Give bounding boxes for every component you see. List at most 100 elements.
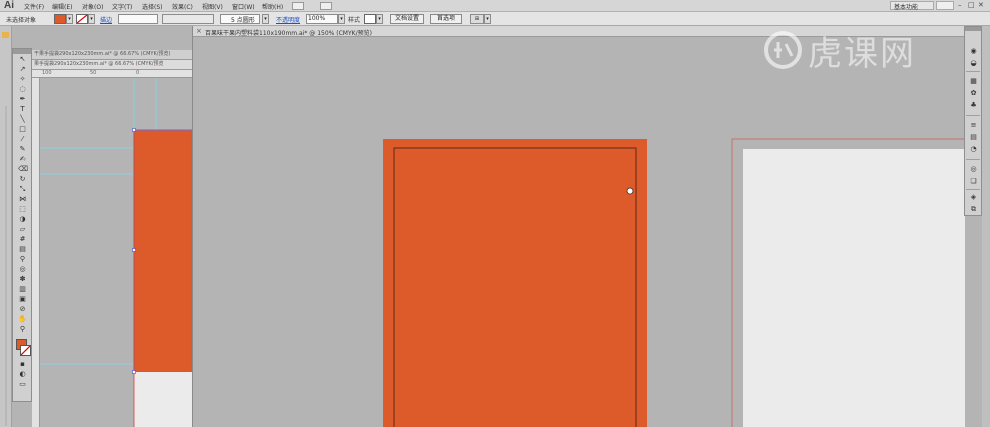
transparency-icon[interactable]: ◔ <box>969 145 978 153</box>
width-icon[interactable]: ⋈ <box>18 196 27 203</box>
paintbrush-icon[interactable]: ⁄ <box>18 136 27 143</box>
color-guide-icon[interactable]: ◒ <box>969 59 978 67</box>
close-icon[interactable]: ✕ <box>978 1 984 9</box>
brush-definition[interactable]: 5 点圆形 <box>220 14 260 24</box>
anchor-point[interactable] <box>132 128 136 132</box>
opacity-value: 100% <box>308 15 326 22</box>
color-panel-icon[interactable]: ◉ <box>969 47 978 55</box>
brushes-icon[interactable]: ✿ <box>969 89 978 97</box>
type-icon[interactable]: T <box>18 106 27 113</box>
opacity-field[interactable]: 100% <box>306 14 338 24</box>
menu-object[interactable]: 对象(O) <box>82 2 103 11</box>
opacity-label[interactable]: 不透明度 <box>276 15 300 24</box>
brush-dropdown-icon[interactable]: ▾ <box>262 14 269 24</box>
selection-status: 未选择对象 <box>6 17 37 24</box>
none-stroke-icon <box>20 345 31 356</box>
menu-help[interactable]: 帮助(H) <box>262 2 283 11</box>
style-dropdown-icon[interactable]: ▾ <box>376 14 383 24</box>
pen-icon[interactable]: ✒ <box>18 96 27 103</box>
variable-width-profile[interactable] <box>162 14 214 24</box>
graphic-styles-icon[interactable]: ❏ <box>969 177 978 185</box>
stroke-dropdown-icon[interactable]: ▾ <box>88 14 95 24</box>
document-setup-button[interactable]: 文档设置 <box>390 14 424 24</box>
fill-swatch[interactable] <box>54 14 66 24</box>
stroke-weight-field[interactable] <box>118 14 158 24</box>
stroke-label[interactable]: 描边 <box>100 15 112 24</box>
menu-edit[interactable]: 编辑(E) <box>52 2 72 11</box>
rotate-icon[interactable]: ↻ <box>18 176 27 183</box>
menu-view[interactable]: 视图(V) <box>202 2 223 11</box>
menu-effect[interactable]: 效果(C) <box>172 2 193 11</box>
artboard-canvas[interactable] <box>193 37 965 427</box>
swatches-icon[interactable]: ▦ <box>969 77 978 85</box>
drawing-mode-icon[interactable]: ◐ <box>18 371 27 378</box>
line-icon[interactable]: ╲ <box>18 116 27 123</box>
preferences-button[interactable]: 首选项 <box>430 14 462 24</box>
symbol-sprayer-icon[interactable]: ✽ <box>18 276 27 283</box>
free-transform-icon[interactable]: ⬚ <box>18 206 27 213</box>
graphic-style-swatch[interactable] <box>364 14 376 24</box>
selection-arrow-icon[interactable]: ↖ <box>18 56 27 63</box>
orange-bag-front[interactable] <box>383 139 647 427</box>
opacity-dropdown-icon[interactable]: ▾ <box>338 14 345 24</box>
stroke-swatch[interactable] <box>76 14 88 24</box>
arrange-icon[interactable]: ⊞ <box>470 14 484 24</box>
zoom-icon[interactable]: ⚲ <box>18 326 27 333</box>
panel-collapse-icon[interactable] <box>2 32 9 38</box>
minimize-icon[interactable]: – <box>958 1 962 9</box>
brush-label: 5 点圆形 <box>231 17 255 24</box>
eraser-icon[interactable]: ⌫ <box>18 166 28 173</box>
arrange-documents-button[interactable] <box>320 2 332 10</box>
left-panel-strip <box>0 26 12 427</box>
artboards-icon[interactable]: ⧉ <box>969 205 978 213</box>
stroke-color-box[interactable] <box>20 345 31 356</box>
gradient-panel-icon[interactable]: ▤ <box>969 133 978 141</box>
rectangle-icon[interactable]: □ <box>18 126 27 133</box>
column-graph-icon[interactable]: ▥ <box>18 286 27 293</box>
eyedropper-icon[interactable]: ⚲ <box>18 256 27 263</box>
orange-bag-panel[interactable] <box>133 129 192 373</box>
stroke-icon[interactable]: ≡ <box>969 121 978 129</box>
pencil-icon[interactable]: ✎ <box>18 146 27 153</box>
slice-icon[interactable]: ⊘ <box>18 306 27 313</box>
menu-type[interactable]: 文字(T) <box>112 2 132 11</box>
hand-icon[interactable]: ✋ <box>18 316 27 323</box>
gradient-icon[interactable]: ▤ <box>18 246 27 253</box>
right-dock-grip[interactable] <box>965 27 981 31</box>
symbols-icon[interactable]: ♣ <box>969 101 978 109</box>
mesh-icon[interactable]: # <box>18 236 27 243</box>
screen-mode-icon[interactable]: ▭ <box>18 381 27 388</box>
menu-select[interactable]: 选择(S) <box>142 2 163 11</box>
bridge-button[interactable] <box>292 2 304 10</box>
close-document-icon[interactable]: × <box>196 27 202 35</box>
right-artboard[interactable] <box>743 149 965 427</box>
maximize-icon[interactable]: □ <box>968 1 975 9</box>
artboard-icon[interactable]: ▣ <box>18 296 27 303</box>
direct-selection-icon[interactable]: ↗ <box>18 66 27 73</box>
panel-menu-icon[interactable]: ▾ <box>484 14 491 24</box>
background-document: 干果手提袋290x120x230mm.ai* @ 66.67% (CMYK/预览… <box>32 50 192 427</box>
lasso-icon[interactable]: ◌ <box>18 86 27 93</box>
appearance-icon[interactable]: ◎ <box>969 165 978 173</box>
perspective-icon[interactable]: ▱ <box>18 226 27 233</box>
scale-icon[interactable]: ⤡ <box>18 186 27 193</box>
shape-builder-icon[interactable]: ◑ <box>18 216 27 223</box>
search-help-field[interactable] <box>936 1 954 10</box>
magic-wand-icon[interactable]: ✧ <box>18 76 27 83</box>
watermark-text: 虎课网 <box>808 34 916 74</box>
anchor-point[interactable] <box>132 370 136 374</box>
menu-window[interactable]: 窗口(W) <box>232 2 255 11</box>
blob-brush-icon[interactable]: ✍ <box>18 156 27 163</box>
active-document: × 百果味干果内塑料袋110x190mm.ai* @ 150% (CMYK/预览… <box>192 26 965 427</box>
app-logo: Ai <box>4 0 14 11</box>
white-panel <box>134 372 192 427</box>
menu-file[interactable]: 文件(F) <box>24 2 44 11</box>
blend-icon[interactable]: ◎ <box>18 266 27 273</box>
style-label: 样式 <box>348 17 361 24</box>
fill-dropdown-icon[interactable]: ▾ <box>66 14 73 24</box>
hand-cursor-icon <box>626 187 634 195</box>
layers-icon[interactable]: ◈ <box>969 193 978 201</box>
anchor-point[interactable] <box>132 248 136 252</box>
tools-panel-grip[interactable] <box>13 49 31 54</box>
color-modes-icon[interactable]: ▪ <box>18 361 27 368</box>
